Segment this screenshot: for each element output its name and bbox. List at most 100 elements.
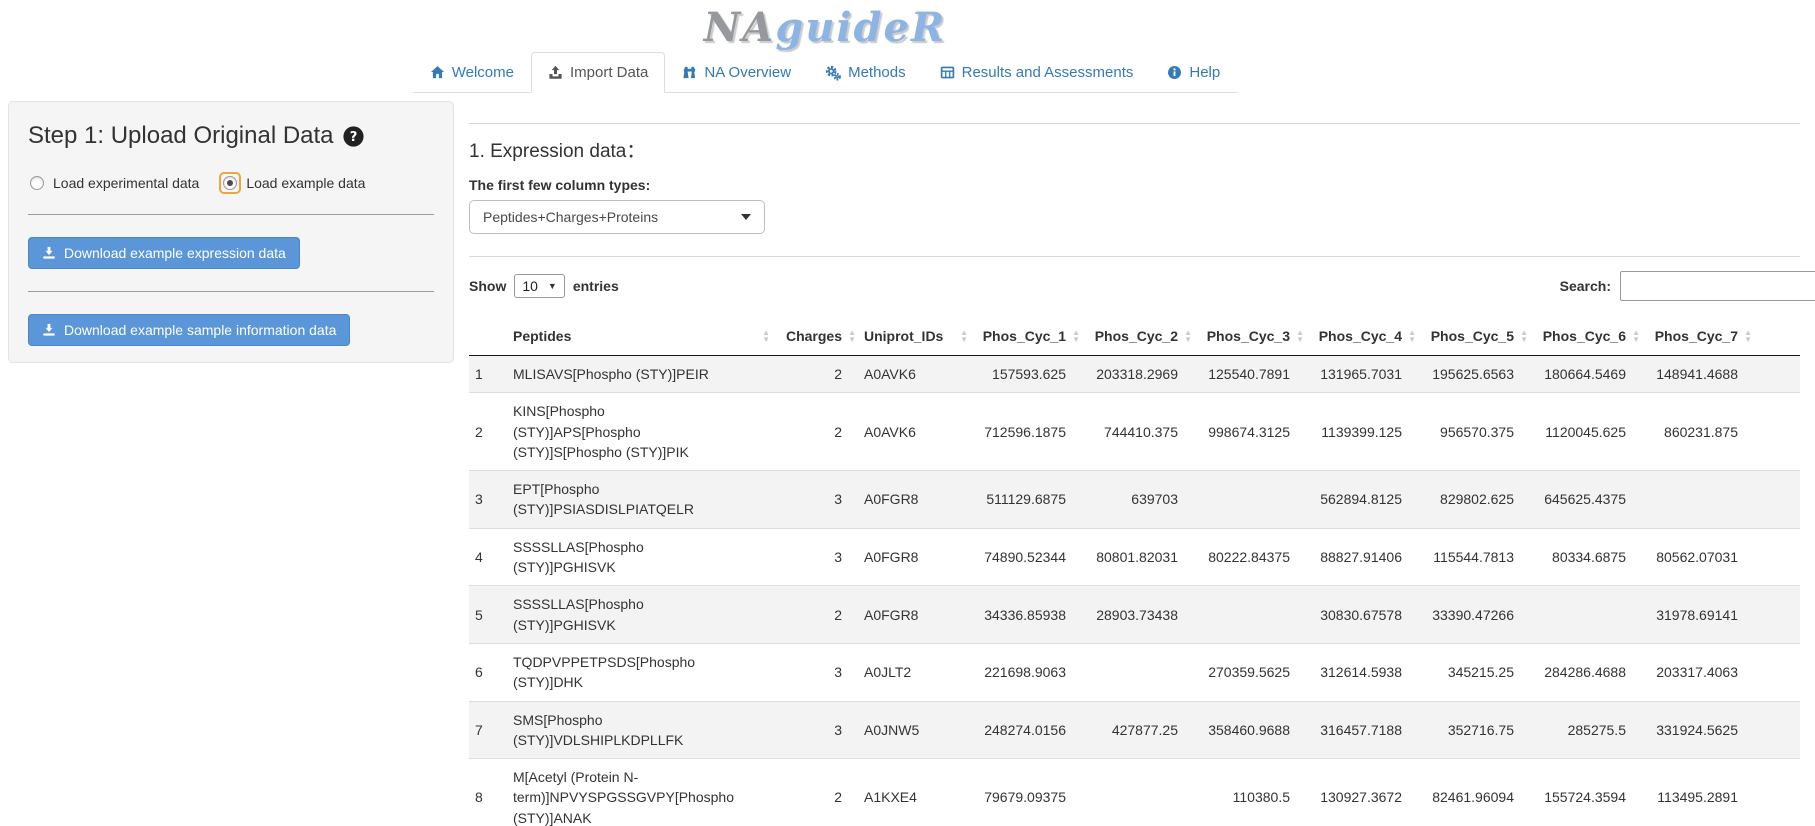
col-header-phos-cyc-1[interactable]: Phos_Cyc_1▲▼ [970, 317, 1082, 356]
info-icon [1167, 65, 1182, 80]
divider [28, 214, 434, 215]
cell-value: 125540.7891 [1194, 356, 1306, 393]
tab-label: Help [1189, 64, 1220, 81]
cell-filler [1754, 471, 1800, 529]
cell-filler [1754, 356, 1800, 393]
tab-label: Welcome [452, 64, 514, 81]
table-row[interactable]: 2KINS[Phospho (STY)]APS[Phospho (STY)]S[… [469, 393, 1800, 471]
cell-value: 203318.2969 [1082, 356, 1194, 393]
sort-arrows-icon: ▲▼ [1408, 329, 1416, 343]
download-icon [42, 246, 56, 260]
cell-value: 331924.5625 [1642, 701, 1754, 759]
page-length-value: 10 [522, 278, 538, 294]
cell-peptide: SSSSLLAS[Phospho (STY)]PGHISVK [507, 528, 772, 586]
download-sample-info-button[interactable]: Download example sample information data [28, 314, 350, 346]
tab-results-assessments[interactable]: Results and Assessments [923, 52, 1151, 93]
table-row[interactable]: 8M[Acetyl (Protein N- term)]NPVYSPGSSGVP… [469, 759, 1800, 826]
cell-rownum: 3 [469, 471, 507, 529]
sort-arrows-icon: ▲▼ [1072, 329, 1080, 343]
cell-uniprot: A0FGR8 [858, 528, 970, 586]
col-header-peptides[interactable]: Peptides▲▼ [507, 317, 772, 356]
radio-load-example[interactable]: Load example data [221, 174, 365, 192]
col-header-rownum[interactable] [469, 317, 507, 356]
cell-value: 639703 [1082, 471, 1194, 529]
upload-panel: Step 1: Upload Original Data ? Load expe… [8, 101, 454, 363]
cell-value: 80222.84375 [1194, 528, 1306, 586]
page-header: NAguideR Welcome Import Data NA Overview… [0, 0, 1650, 93]
cell-value: 34336.85938 [970, 586, 1082, 644]
table-row[interactable]: 6TQDPVPPETPSDS[Phospho (STY)]DHK3A0JLT22… [469, 643, 1800, 701]
table-icon [940, 65, 955, 80]
search-control: Search: [1560, 271, 1815, 301]
cell-value: 284286.4688 [1530, 643, 1642, 701]
radio-icon [30, 176, 44, 190]
col-header-uniprot-ids[interactable]: Uniprot_IDs▲▼ [858, 317, 970, 356]
cell-value: 860231.875 [1642, 393, 1754, 471]
cell-value: 744410.375 [1082, 393, 1194, 471]
tab-methods[interactable]: Methods [808, 52, 923, 93]
radio-load-experimental[interactable]: Load experimental data [28, 174, 199, 192]
page-length-select[interactable]: 10 ▼ [514, 274, 565, 298]
cell-value: 157593.625 [970, 356, 1082, 393]
column-types-select[interactable]: Peptides+Charges+Proteins [469, 200, 765, 234]
cell-value: 131965.7031 [1306, 356, 1418, 393]
cell-value: 180664.5469 [1530, 356, 1642, 393]
panel-title: Step 1: Upload Original Data ? [28, 122, 434, 150]
column-types-label: The first few column types: [469, 177, 1800, 193]
tab-welcome[interactable]: Welcome [413, 52, 531, 93]
sort-arrows-icon: ▲▼ [1520, 329, 1528, 343]
cell-peptide: SMS[Phospho (STY)]VDLSHIPLKDPLLFK [507, 701, 772, 759]
tab-help[interactable]: Help [1150, 52, 1237, 93]
cell-value: 82461.96094 [1418, 759, 1530, 826]
cell-value: 80334.6875 [1530, 528, 1642, 586]
cell-peptide: MLISAVS[Phospho (STY)]PEIR [507, 356, 772, 393]
help-question-icon[interactable]: ? [343, 126, 364, 147]
sort-arrows-icon: ▲▼ [1296, 329, 1304, 343]
table-row[interactable]: 5SSSSLLAS[Phospho (STY)]PGHISVK2A0FGR834… [469, 586, 1800, 644]
cell-value: 203317.4063 [1642, 643, 1754, 701]
tab-import-data[interactable]: Import Data [531, 52, 665, 93]
cell-uniprot: A0FGR8 [858, 471, 970, 529]
cell-value: 285275.5 [1530, 701, 1642, 759]
sort-arrows-icon: ▲▼ [762, 329, 770, 343]
cell-value: 712596.1875 [970, 393, 1082, 471]
col-header-phos-cyc-2[interactable]: Phos_Cyc_2▲▼ [1082, 317, 1194, 356]
table-row[interactable]: 7SMS[Phospho (STY)]VDLSHIPLKDPLLFK3A0JNW… [469, 701, 1800, 759]
cell-value: 31978.69141 [1642, 586, 1754, 644]
col-header-phos-cyc-4[interactable]: Phos_Cyc_4▲▼ [1306, 317, 1418, 356]
upload-icon [548, 65, 563, 80]
cell-charges: 2 [772, 356, 858, 393]
cell-value: 1139399.125 [1306, 393, 1418, 471]
cell-value: 110380.5 [1194, 759, 1306, 826]
tab-bar: Welcome Import Data NA Overview Methods … [0, 52, 1650, 93]
tab-label: Methods [848, 64, 906, 81]
col-header-charges[interactable]: Charges▲▼ [772, 317, 858, 356]
download-expression-button[interactable]: Download example expression data [28, 237, 300, 269]
cell-charges: 2 [772, 393, 858, 471]
col-header-phos-cyc-3[interactable]: Phos_Cyc_3▲▼ [1194, 317, 1306, 356]
table-row[interactable]: 4SSSSLLAS[Phospho (STY)]PGHISVK3A0FGR874… [469, 528, 1800, 586]
cell-charges: 3 [772, 643, 858, 701]
search-input[interactable] [1620, 271, 1815, 301]
tab-na-overview[interactable]: NA Overview [665, 52, 808, 93]
cell-value: 358460.9688 [1194, 701, 1306, 759]
section-title: 1. Expression data： [469, 136, 1800, 163]
cell-value: 1120045.625 [1530, 393, 1642, 471]
cell-charges: 3 [772, 471, 858, 529]
col-header-phos-cyc-7[interactable]: Phos_Cyc_7▲▼ [1642, 317, 1754, 356]
cell-rownum: 2 [469, 393, 507, 471]
col-header-phos-cyc-6[interactable]: Phos_Cyc_6▲▼ [1530, 317, 1642, 356]
col-header-phos-cyc-5[interactable]: Phos_Cyc_5▲▼ [1418, 317, 1530, 356]
cell-peptide: TQDPVPPETPSDS[Phospho (STY)]DHK [507, 643, 772, 701]
cell-rownum: 7 [469, 701, 507, 759]
sort-arrows-icon: ▲▼ [1632, 329, 1640, 343]
sort-arrows-icon: ▲▼ [848, 329, 856, 343]
divider [469, 256, 1800, 257]
cell-filler [1754, 701, 1800, 759]
cell-value: 130927.3672 [1306, 759, 1418, 826]
cell-peptide: EPT[Phospho (STY)]PSIASDISLPIATQELR [507, 471, 772, 529]
table-row[interactable]: 3EPT[Phospho (STY)]PSIASDISLPIATQELR3A0F… [469, 471, 1800, 529]
table-row[interactable]: 1MLISAVS[Phospho (STY)]PEIR2A0AVK6157593… [469, 356, 1800, 393]
sort-arrows-icon: ▲▼ [960, 329, 968, 343]
cell-charges: 2 [772, 586, 858, 644]
